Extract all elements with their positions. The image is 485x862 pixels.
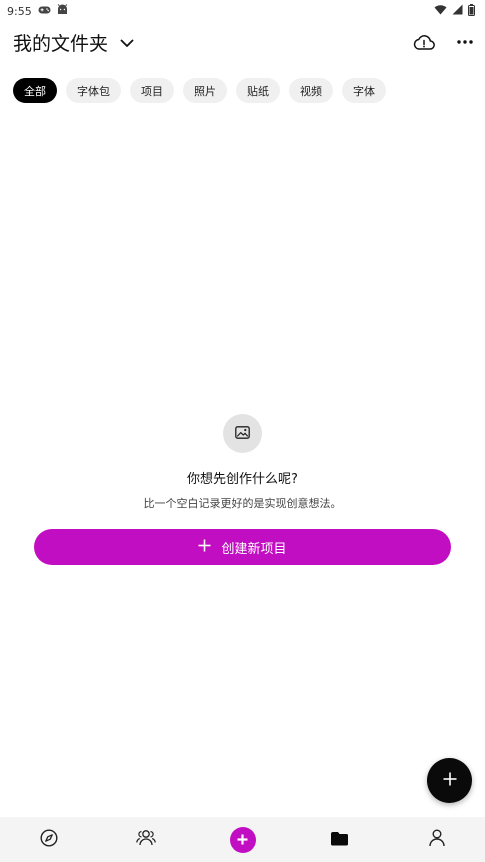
filter-chip-fonts[interactable]: 字体	[342, 78, 386, 103]
image-icon	[235, 424, 250, 443]
community-icon	[135, 829, 156, 850]
folder-icon	[330, 830, 349, 850]
nav-profile[interactable]	[407, 817, 467, 862]
header: 我的文件夹	[0, 24, 485, 60]
empty-state-subtitle: 比一个空白记录更好的是实现创意想法。	[143, 497, 342, 510]
nav-discover[interactable]	[19, 817, 79, 862]
profile-icon	[428, 829, 445, 851]
create-project-label: 创建新项目	[221, 541, 287, 557]
gamepad-icon	[38, 5, 51, 18]
signal-icon	[452, 4, 463, 18]
chevron-down-icon	[120, 33, 134, 52]
bottom-nav	[0, 817, 485, 862]
filter-chip-all[interactable]: 全部	[13, 78, 57, 103]
android-icon	[57, 4, 68, 18]
create-plus-icon	[229, 826, 256, 853]
fab-add-button[interactable]	[427, 758, 472, 803]
folder-selector[interactable]: 我的文件夹	[13, 29, 134, 56]
more-icon[interactable]	[457, 40, 473, 44]
plus-icon	[443, 771, 457, 790]
nav-folders[interactable]	[310, 817, 370, 862]
battery-icon	[468, 3, 475, 19]
wifi-icon	[434, 4, 447, 18]
page-title: 我的文件夹	[13, 32, 109, 55]
filter-chip-font-pack[interactable]: 字体包	[66, 78, 121, 103]
status-left: 9:55	[7, 4, 68, 18]
plus-icon	[198, 539, 211, 556]
status-bar: 9:55	[0, 0, 485, 22]
create-project-button[interactable]: 创建新项目	[34, 529, 451, 565]
cloud-info-icon[interactable]	[413, 33, 435, 51]
status-time: 9:55	[7, 4, 32, 18]
compass-icon	[39, 828, 58, 851]
nav-create[interactable]	[213, 817, 273, 862]
filter-chip-photos[interactable]: 照片	[183, 78, 227, 103]
filter-chip-stickers[interactable]: 贴纸	[236, 78, 280, 103]
filter-chips: 全部 字体包 项目 照片 贴纸 视频 字体	[13, 78, 386, 103]
filter-chip-projects[interactable]: 项目	[130, 78, 174, 103]
status-right	[434, 3, 475, 19]
nav-community[interactable]	[116, 817, 176, 862]
empty-state-title: 你想先创作什么呢?	[187, 472, 298, 487]
header-actions	[413, 33, 473, 51]
empty-state-icon	[223, 414, 262, 453]
filter-chip-videos[interactable]: 视频	[289, 78, 333, 103]
